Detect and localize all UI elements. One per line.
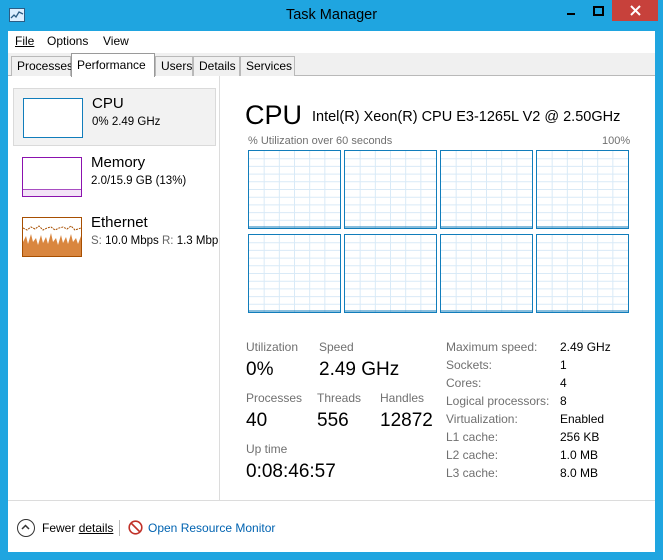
spec-label: Virtualization: — [446, 412, 518, 426]
spec-value: 256 KB — [560, 430, 600, 444]
logical-processor-graph — [344, 234, 437, 313]
tab-bar: Processes Performance Users Details Serv… — [8, 53, 655, 77]
tab-services[interactable]: Services — [240, 56, 295, 76]
minimize-icon — [567, 12, 575, 15]
utilization-label: Utilization — [246, 340, 299, 354]
menu-bar: File Options View — [8, 31, 655, 51]
speed-value: 2.49 GHz — [319, 359, 400, 380]
logical-processor-graph — [440, 234, 533, 313]
graph-max-label: 100% — [602, 135, 631, 147]
maximize-icon — [592, 5, 604, 16]
send-value: 10.0 Mbps — [105, 235, 159, 247]
fewer-details-button[interactable]: Fewer details — [42, 521, 113, 535]
spec-value: 4 — [560, 376, 567, 390]
logical-processor-graph — [536, 150, 629, 229]
handles-label: Handles — [380, 391, 425, 405]
spec-label: L1 cache: — [446, 430, 499, 444]
minimize-button[interactable] — [558, 0, 584, 21]
send-label: S: — [91, 235, 102, 247]
tab-performance[interactable]: Performance — [71, 53, 155, 77]
spec-label: L2 cache: — [446, 448, 499, 462]
processes-value: 40 — [246, 410, 268, 431]
sidebar-item-ethernet[interactable]: Ethernet S: 10.0 Mbps R: 1.3 Mbp — [13, 208, 218, 266]
sidebar-item-subtitle: S: 10.0 Mbps R: 1.3 Mbp — [91, 235, 218, 247]
cpu-heading: CPU — [245, 100, 303, 130]
threads-label: Threads — [317, 391, 362, 405]
spec-label: L3 cache: — [446, 466, 499, 480]
tab-processes[interactable]: Processes — [11, 56, 73, 76]
threads-value: 556 — [317, 410, 349, 431]
sidebar-item-label: Ethernet — [91, 214, 148, 231]
spec-value: 1 — [560, 358, 567, 372]
close-button[interactable] — [612, 0, 658, 21]
menu-file[interactable]: File — [15, 34, 34, 48]
processes-label: Processes — [246, 391, 303, 405]
logical-processor-graph — [248, 150, 341, 229]
logical-processor-graph — [536, 234, 629, 313]
close-icon — [629, 5, 641, 16]
task-manager-window: Task Manager File Options View Processes… — [0, 0, 663, 560]
spec-value: 8 — [560, 394, 567, 408]
menu-options[interactable]: Options — [47, 34, 88, 48]
receive-value: 1.3 Mbp — [176, 235, 219, 247]
ethernet-thumbnail-graph — [22, 217, 82, 257]
resource-monitor-icon[interactable] — [128, 520, 143, 535]
spec-value: Enabled — [560, 412, 605, 426]
spec-value: 1.0 MB — [560, 448, 599, 462]
spec-value: 2.49 GHz — [560, 340, 611, 354]
sidebar-item-label: Memory — [91, 154, 146, 171]
speed-label: Speed — [319, 340, 354, 354]
footer-divider — [8, 500, 655, 501]
spec-label: Cores: — [446, 376, 482, 390]
client-area: File Options View Processes Performance … — [8, 31, 655, 552]
spec-label: Sockets: — [446, 358, 493, 372]
memory-thumbnail-graph — [22, 157, 82, 197]
sidebar-item-label: CPU — [92, 95, 124, 112]
tab-users[interactable]: Users — [155, 56, 193, 76]
logical-processor-graph — [248, 234, 341, 313]
sidebar-item-cpu[interactable]: CPU 0% 2.49 GHz — [13, 88, 216, 146]
graph-caption: % Utilization over 60 seconds — [248, 135, 393, 147]
footer-separator — [119, 520, 120, 536]
sidebar-divider[interactable] — [219, 76, 220, 500]
open-resource-monitor-link[interactable]: Open Resource Monitor — [148, 521, 275, 535]
spec-label: Maximum speed: — [446, 340, 538, 354]
menu-view[interactable]: View — [103, 34, 129, 48]
spec-value: 8.0 MB — [560, 466, 599, 480]
uptime-label: Up time — [246, 442, 288, 456]
receive-label: R: — [161, 235, 174, 247]
cpu-thumbnail-graph — [23, 98, 83, 138]
logical-processor-graph — [440, 150, 533, 229]
sidebar-item-subtitle: 2.0/15.9 GB (13%) — [91, 175, 187, 187]
logical-processor-graphs — [248, 150, 630, 315]
chevron-up-icon[interactable] — [17, 519, 35, 537]
cpu-model-name: Intel(R) Xeon(R) CPU E3-1265L V2 @ 2.50G… — [312, 109, 621, 125]
resource-sidebar: CPU 0% 2.49 GHz Memory 2.0/15.9 GB (13%)… — [8, 76, 220, 500]
title-bar[interactable]: Task Manager — [0, 0, 663, 31]
sidebar-item-subtitle: 0% 2.49 GHz — [92, 116, 161, 128]
tab-details[interactable]: Details — [193, 56, 240, 76]
handles-value: 12872 — [380, 410, 433, 431]
uptime-value: 0:08:46:57 — [246, 461, 336, 482]
maximize-button[interactable] — [585, 0, 611, 21]
logical-processor-graph — [344, 150, 437, 229]
spec-label: Logical processors: — [446, 394, 550, 408]
utilization-value: 0% — [246, 359, 274, 380]
sidebar-item-memory[interactable]: Memory 2.0/15.9 GB (13%) — [13, 148, 216, 206]
